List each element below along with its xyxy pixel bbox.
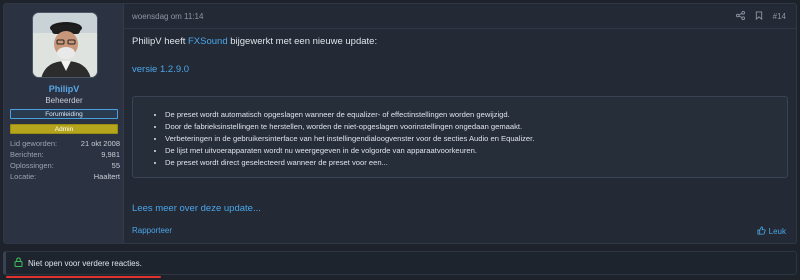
annotation-underline: [6, 276, 161, 278]
stat-label: Berichten:: [10, 150, 44, 159]
stat-value: Haaltert: [93, 172, 120, 181]
like-label: Leuk: [768, 227, 786, 236]
post-date[interactable]: woensdag om 11:14: [132, 12, 203, 21]
stat-label: Oplossingen:: [10, 161, 54, 170]
list-item: De preset wordt automatisch opgeslagen w…: [165, 109, 534, 121]
stat-value[interactable]: 9,981: [101, 150, 120, 159]
stat-value: 55: [111, 161, 120, 170]
header-divider: [124, 28, 796, 29]
post-number[interactable]: #14: [773, 12, 786, 21]
stat-value: 21 okt 2008: [80, 139, 120, 148]
update-notes-list: De preset wordt automatisch opgeslagen w…: [165, 109, 534, 169]
message-text: heeft: [164, 36, 186, 47]
locked-text: Niet open voor verdere reacties.: [28, 258, 142, 268]
like-button[interactable]: Leuk: [757, 226, 786, 237]
resource-link[interactable]: FXSound: [188, 36, 228, 47]
post-container: PhilipV Beheerder Forumleiding Admin Lid…: [3, 3, 797, 244]
user-panel: PhilipV Beheerder Forumleiding Admin Lid…: [4, 4, 124, 243]
user-role: Beheerder: [45, 96, 83, 105]
message-text: bijgewerkt met een nieuwe update:: [230, 36, 378, 47]
post-actions: #14: [735, 11, 786, 22]
read-more-link[interactable]: Lees meer over deze update...: [132, 203, 261, 214]
stat-joined: Lid geworden: 21 okt 2008: [10, 139, 120, 150]
list-item: De lijst met uitvoerapparaten wordt nu w…: [165, 145, 534, 157]
stat-label: Lid geworden:: [10, 139, 58, 148]
thread-locked-notice: Niet open voor verdere reacties.: [3, 251, 797, 275]
badge-admin: Admin: [10, 124, 118, 134]
stat-location: Locatie: Haaltert: [10, 172, 120, 183]
thumbs-up-icon: [757, 226, 766, 237]
stat-solutions: Oplossingen: 55: [10, 161, 120, 172]
bookmark-icon[interactable]: [755, 11, 763, 22]
post-content: woensdag om 11:14 #14 PhilipV heeft FXSo…: [124, 4, 796, 243]
share-icon[interactable]: [735, 11, 745, 22]
stat-label: Locatie:: [10, 172, 37, 181]
list-item: Door de fabrieksinstellingen te herstell…: [165, 121, 534, 133]
lock-icon: [14, 257, 23, 269]
report-link[interactable]: Rapporteer: [132, 226, 172, 235]
post-message: PhilipV heeft FXSound bijgewerkt met een…: [132, 36, 377, 47]
badge-forumleiding: Forumleiding: [10, 109, 118, 119]
username-link[interactable]: PhilipV: [4, 84, 124, 94]
author-name: PhilipV: [132, 36, 162, 47]
update-notes-box: De preset wordt automatisch opgeslagen w…: [132, 96, 788, 178]
version-link[interactable]: versie 1.2.9.0: [132, 64, 189, 75]
stat-messages: Berichten: 9,981: [10, 150, 120, 161]
list-item: Verbeteringen in de gebruikersinterface …: [165, 133, 534, 145]
avatar[interactable]: [32, 12, 98, 78]
list-item: De preset wordt direct geselecteerd wann…: [165, 157, 534, 169]
